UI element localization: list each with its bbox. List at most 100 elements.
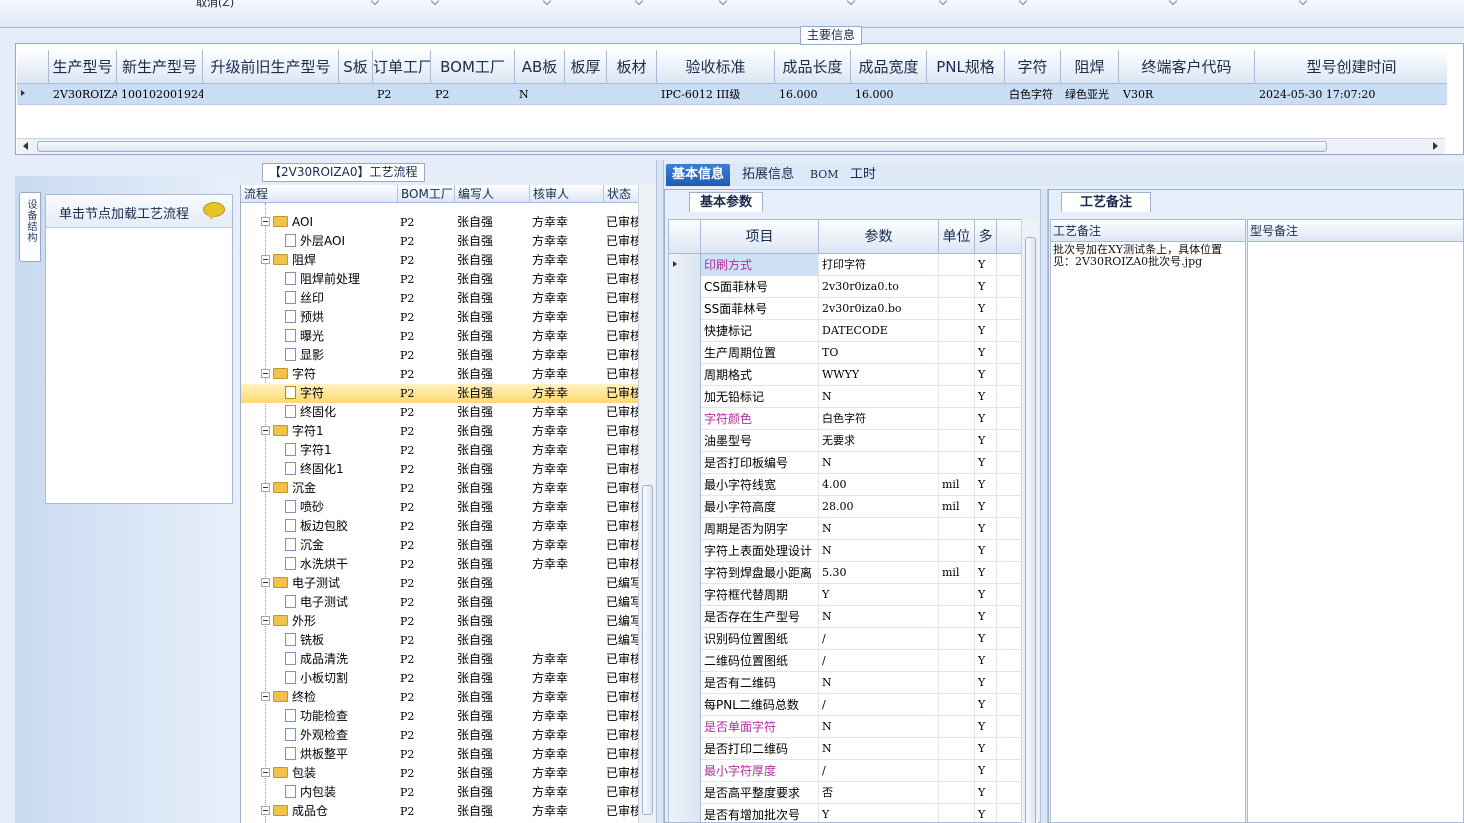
- tree-node[interactable]: 外形: [261, 612, 398, 631]
- scroll-thumb[interactable]: [1025, 237, 1036, 823]
- column-header[interactable]: AB板: [515, 50, 565, 84]
- param-row[interactable]: 油墨型号 无要求 Y: [669, 430, 1022, 452]
- table-cell[interactable]: 16.000: [775, 84, 851, 105]
- tree-node[interactable]: AOI: [261, 213, 398, 232]
- row-indicator[interactable]: [669, 738, 701, 760]
- param-value[interactable]: 2v30r0iza0.to: [819, 276, 939, 298]
- param-flag[interactable]: Y: [975, 540, 997, 562]
- row-indicator[interactable]: [669, 386, 701, 408]
- param-value[interactable]: 无要求: [819, 430, 939, 452]
- tree-column-header[interactable]: 流程: [241, 185, 398, 203]
- tree-row[interactable]: 功能检查 P2 张自强 方幸幸 已审核: [241, 707, 640, 726]
- scroll-thumb[interactable]: [37, 141, 1327, 152]
- table-cell[interactable]: N: [515, 84, 565, 105]
- tree-node[interactable]: 显影: [285, 346, 398, 365]
- tree-row[interactable]: 外形 P2 张自强 已编写: [241, 612, 640, 631]
- param-flag[interactable]: Y: [975, 628, 997, 650]
- column-header[interactable]: 阻焊: [1061, 50, 1119, 84]
- param-row[interactable]: 是否单面字符 N Y: [669, 716, 1022, 738]
- table-cell[interactable]: 绿色亚光: [1061, 84, 1119, 105]
- row-indicator[interactable]: [669, 254, 701, 276]
- tree-row[interactable]: 小板切割 P2 张自强 方幸幸 已审核: [241, 669, 640, 688]
- tree-column-header[interactable]: 核审人: [530, 185, 604, 203]
- tree-row[interactable]: 内包装 P2 张自强 方幸幸 已审核: [241, 783, 640, 802]
- param-flag[interactable]: Y: [975, 408, 997, 430]
- tree-row[interactable]: 曝光 P2 张自强 方幸幸 已审核: [241, 327, 640, 346]
- params-vertical-scrollbar[interactable]: [1021, 219, 1038, 823]
- column-header[interactable]: 型号创建时间: [1255, 50, 1447, 84]
- tree-row[interactable]: 字符 P2 张自强 方幸幸 已审核: [241, 384, 640, 403]
- tree-node[interactable]: 烘板整平: [285, 745, 398, 764]
- row-indicator[interactable]: [669, 628, 701, 650]
- param-row[interactable]: 最小字符高度 28.00 mil Y: [669, 496, 1022, 518]
- table-cell[interactable]: [339, 84, 373, 105]
- tree-row[interactable]: 成品仓 P2 张自强 方幸幸 已审核: [241, 802, 640, 821]
- param-value[interactable]: 28.00: [819, 496, 939, 518]
- param-row[interactable]: CS面菲林号 2v30r0iza0.to Y: [669, 276, 1022, 298]
- tab-basic[interactable]: 基本信息: [666, 164, 731, 186]
- param-value[interactable]: N: [819, 672, 939, 694]
- table-cell[interactable]: [927, 84, 1005, 105]
- row-indicator[interactable]: [669, 342, 701, 364]
- tree-node[interactable]: 阻焊前处理: [285, 270, 398, 289]
- tree-column-header[interactable]: 状态: [604, 185, 640, 203]
- param-value[interactable]: N: [819, 540, 939, 562]
- tree-column-header[interactable]: BOM工厂: [398, 185, 455, 203]
- param-row[interactable]: 字符到焊盘最小距离 5.30 mil Y: [669, 562, 1022, 584]
- row-indicator[interactable]: [17, 84, 49, 105]
- table-cell[interactable]: P2: [373, 84, 431, 105]
- tree-row[interactable]: 字符1 P2 张自强 方幸幸 已审核: [241, 441, 640, 460]
- tree-row[interactable]: 喷砂 P2 张自强 方幸幸 已审核: [241, 498, 640, 517]
- cancel-button[interactable]: 取消(Z): [196, 0, 234, 10]
- param-value[interactable]: N: [819, 716, 939, 738]
- row-indicator[interactable]: [669, 540, 701, 562]
- tree-node[interactable]: 成品仓: [261, 802, 398, 821]
- row-indicator[interactable]: [669, 298, 701, 320]
- basic-params-grid[interactable]: 项目 参数 单位多印刷方式 打印字符 Y CS面菲林号 2v30r0iza0.to Y SS面菲…: [668, 219, 1023, 823]
- tree-row[interactable]: 外观检查 P2 张自强 方幸幸 已审核: [241, 726, 640, 745]
- tree-row[interactable]: 阻焊 P2 张自强 方幸幸 已审核: [241, 251, 640, 270]
- param-column-header[interactable]: 单位: [939, 220, 975, 254]
- collapse-icon[interactable]: [261, 483, 270, 492]
- param-row[interactable]: 快捷标记 DATECODE Y: [669, 320, 1022, 342]
- tree-row[interactable]: 沉金 P2 张自强 方幸幸 已审核: [241, 536, 640, 555]
- table-cell[interactable]: [607, 84, 657, 105]
- tree-node[interactable]: 外观检查: [285, 726, 398, 745]
- param-flag[interactable]: Y: [975, 672, 997, 694]
- param-column-header[interactable]: 多: [975, 220, 997, 254]
- param-flag[interactable]: Y: [975, 276, 997, 298]
- tree-row[interactable]: 字符1 P2 张自强 方幸幸 已审核: [241, 422, 640, 441]
- param-flag[interactable]: Y: [975, 474, 997, 496]
- table-cell[interactable]: V30R: [1119, 84, 1255, 105]
- process-remark-panel[interactable]: 工艺备注 批次号加在XY测试条上，具体位置见：2V30ROIZA0批次号.jpg: [1050, 219, 1246, 823]
- tree-row[interactable]: 丝印 P2 张自强 方幸幸 已审核: [241, 289, 640, 308]
- collapse-icon[interactable]: [261, 578, 270, 587]
- column-header[interactable]: 升级前旧生产型号: [203, 50, 339, 84]
- param-flag[interactable]: Y: [975, 298, 997, 320]
- tree-node[interactable]: 包装: [261, 764, 398, 783]
- column-header[interactable]: 终端客户代码: [1119, 50, 1255, 84]
- tree-row[interactable]: 烘板整平 P2 张自强 方幸幸 已审核: [241, 745, 640, 764]
- tree-node[interactable]: 外层AOI: [285, 232, 398, 251]
- param-row[interactable]: 是否存在生产型号 N Y: [669, 606, 1022, 628]
- row-indicator[interactable]: [669, 804, 701, 822]
- column-header[interactable]: 板材: [607, 50, 657, 84]
- tree-node[interactable]: 内包装: [285, 783, 398, 802]
- param-row[interactable]: 周期是否为阴字 N Y: [669, 518, 1022, 540]
- tree-node[interactable]: 字符: [285, 384, 398, 403]
- param-flag[interactable]: Y: [975, 584, 997, 606]
- param-flag[interactable]: Y: [975, 430, 997, 452]
- tree-vertical-scrollbar[interactable]: [638, 185, 655, 823]
- param-flag[interactable]: Y: [975, 694, 997, 716]
- node-load-box[interactable]: 单击节点加载工艺流程: [45, 194, 233, 504]
- param-flag[interactable]: Y: [975, 320, 997, 342]
- param-value[interactable]: /: [819, 650, 939, 672]
- param-value[interactable]: Y: [819, 584, 939, 606]
- param-value[interactable]: /: [819, 760, 939, 782]
- column-header[interactable]: 成品宽度: [851, 50, 927, 84]
- tree-node[interactable]: 终固化: [285, 403, 398, 422]
- tree-node[interactable]: 功能检查: [285, 707, 398, 726]
- param-row[interactable]: 识别码位置图纸 / Y: [669, 628, 1022, 650]
- param-value[interactable]: N: [819, 452, 939, 474]
- node-load-header[interactable]: 单击节点加载工艺流程: [46, 195, 232, 228]
